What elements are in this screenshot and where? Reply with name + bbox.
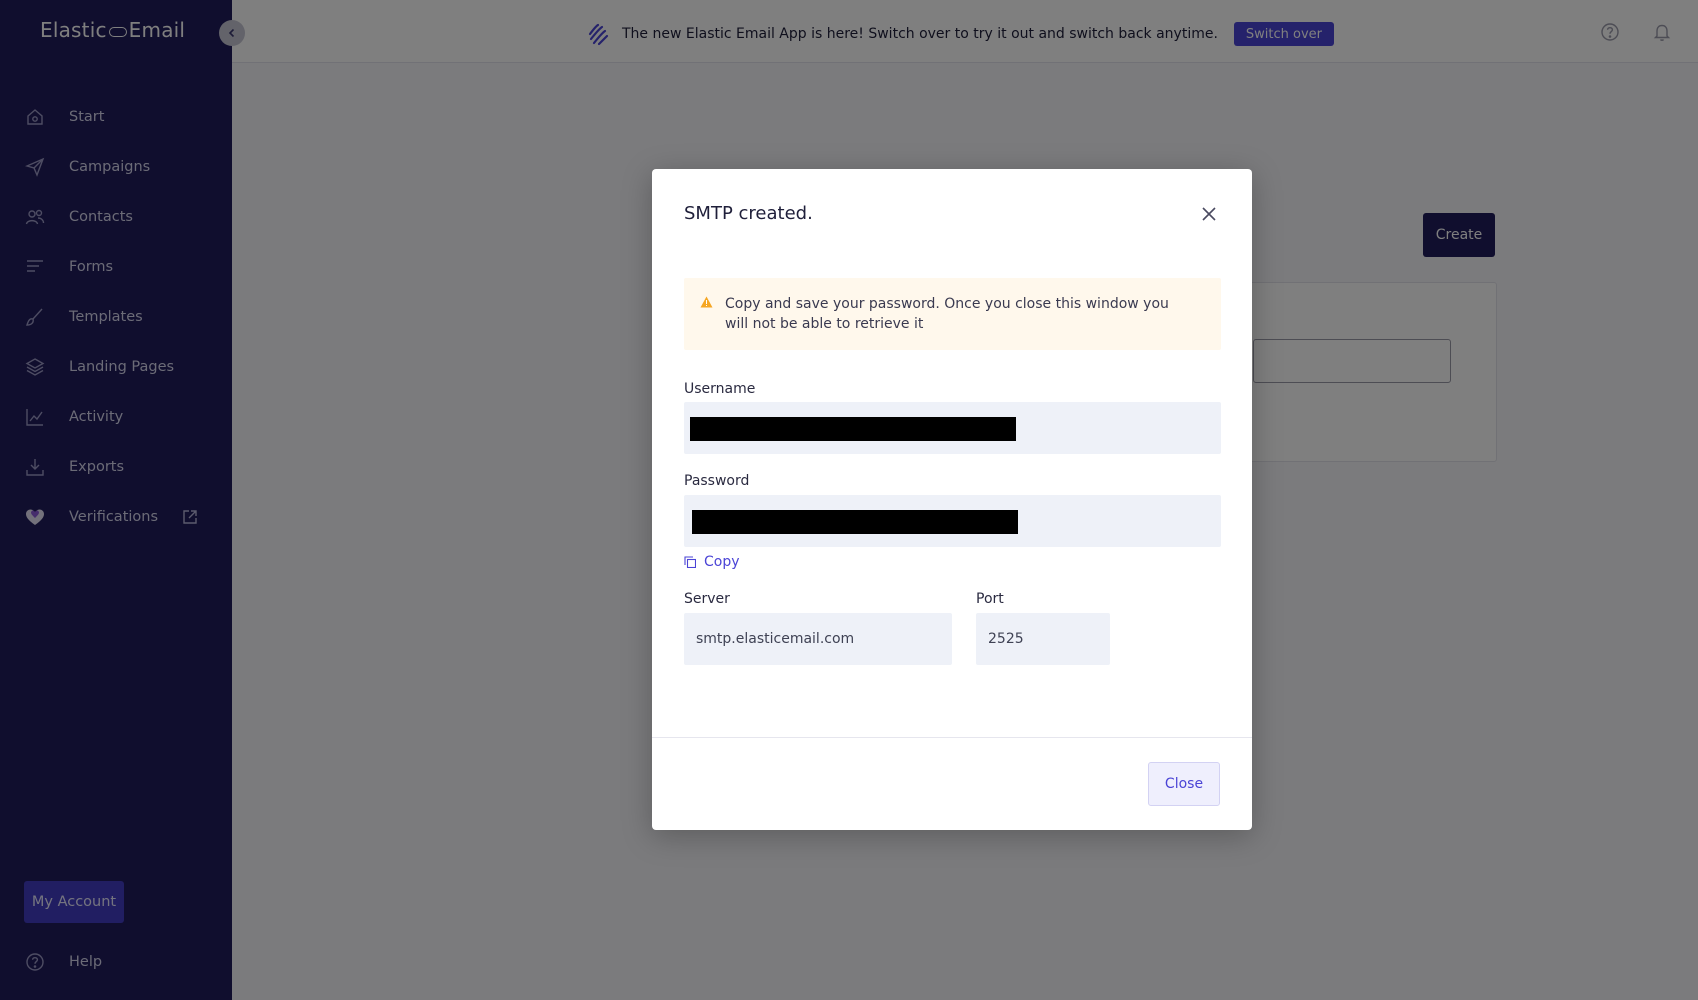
close-button[interactable]: Close bbox=[1148, 762, 1220, 806]
redacted-value bbox=[690, 417, 1016, 441]
close-icon[interactable] bbox=[1200, 205, 1218, 223]
port-field[interactable]: 2525 bbox=[976, 613, 1110, 665]
smtp-created-dialog: SMTP created. Copy and save your passwor… bbox=[652, 169, 1252, 830]
port-label: Port bbox=[976, 591, 1004, 607]
password-field[interactable] bbox=[684, 495, 1221, 547]
copy-label: Copy bbox=[704, 554, 740, 570]
warning-alert: Copy and save your password. Once you cl… bbox=[684, 278, 1221, 350]
dialog-title: SMTP created. bbox=[684, 203, 813, 224]
alert-text: Copy and save your password. Once you cl… bbox=[725, 296, 1169, 332]
copy-password-button[interactable]: Copy bbox=[684, 554, 740, 570]
username-field[interactable] bbox=[684, 402, 1221, 454]
password-label: Password bbox=[684, 473, 750, 489]
copy-icon bbox=[684, 556, 696, 568]
redacted-value bbox=[692, 510, 1018, 534]
dialog-divider bbox=[652, 737, 1252, 738]
username-label: Username bbox=[684, 381, 756, 397]
server-label: Server bbox=[684, 591, 730, 607]
warning-icon bbox=[700, 296, 713, 308]
server-field[interactable]: smtp.elasticemail.com bbox=[684, 613, 952, 665]
